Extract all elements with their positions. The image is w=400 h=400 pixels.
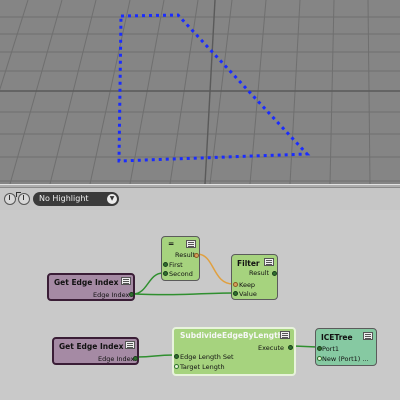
port-keep-label: Keep bbox=[239, 281, 256, 289]
wire-edge-index-to-second bbox=[132, 272, 164, 295]
refresh-icon[interactable] bbox=[16, 192, 30, 205]
node-menu-icon[interactable] bbox=[121, 277, 131, 285]
compare-node-title: = bbox=[168, 239, 175, 248]
wire-execute-to-port1 bbox=[293, 345, 318, 348]
port-first-dot[interactable] bbox=[163, 262, 168, 267]
filter-node[interactable]: Filter Result Keep Value bbox=[231, 254, 278, 300]
port-second-label: Second bbox=[169, 270, 193, 278]
port-first-label: First bbox=[169, 261, 183, 269]
port-keep-dot[interactable] bbox=[233, 282, 238, 287]
node-menu-icon[interactable] bbox=[125, 341, 135, 349]
get-edge-index-node-title: Get Edge Index bbox=[54, 278, 119, 287]
wire-edge-index-to-edge-length-set bbox=[136, 354, 175, 358]
port-target-length-label: Target Length bbox=[180, 363, 225, 371]
port-new-label: New (Port1) ... bbox=[322, 355, 369, 363]
port-execute-label: Execute bbox=[258, 344, 284, 352]
subdivide-node-title: SubdivideEdgeByLength bbox=[180, 331, 284, 340]
port-second-dot[interactable] bbox=[163, 271, 168, 276]
compare-node[interactable]: = Result First Second bbox=[161, 236, 200, 281]
port-result-dot[interactable] bbox=[194, 253, 199, 258]
get-edge-index-node[interactable]: Get Edge Index Edge Index bbox=[47, 273, 135, 301]
node-menu-icon[interactable] bbox=[186, 240, 196, 248]
chevron-down-icon: ▼ bbox=[107, 194, 117, 204]
viewport-grid bbox=[0, 0, 400, 184]
port-result-label: Result bbox=[175, 251, 196, 259]
highlight-select[interactable]: No Highlight ▼ bbox=[33, 192, 119, 206]
port-target-length-dot[interactable] bbox=[174, 364, 179, 369]
3d-viewport[interactable] bbox=[0, 0, 400, 184]
node-menu-icon[interactable] bbox=[280, 331, 290, 339]
port-result-dot[interactable] bbox=[272, 271, 277, 276]
subdivide-edge-by-length-node[interactable]: SubdivideEdgeByLength Execute Edge Lengt… bbox=[172, 327, 296, 376]
node-menu-icon[interactable] bbox=[363, 332, 373, 340]
port-value-dot[interactable] bbox=[233, 291, 238, 296]
port-edge-index-dot[interactable] bbox=[133, 356, 138, 361]
port-port1-label: Port1 bbox=[322, 345, 340, 353]
ice-graph-canvas[interactable]: = Result First Second Filter Result Keep… bbox=[0, 210, 400, 400]
icetree-node[interactable]: ICETree Port1 New (Port1) ... bbox=[315, 328, 377, 366]
highlight-select-value: No Highlight bbox=[39, 194, 89, 203]
wire-edge-index-to-value bbox=[132, 292, 234, 296]
get-edge-index-node-2[interactable]: Get Edge Index Edge Index bbox=[52, 337, 139, 365]
port-edge-length-set-label: Edge Length Set bbox=[180, 353, 234, 361]
node-menu-icon[interactable] bbox=[264, 258, 274, 266]
get-edge-index-node-title: Get Edge Index bbox=[59, 342, 124, 351]
filter-node-title: Filter bbox=[237, 259, 260, 268]
port-edge-length-set-dot[interactable] bbox=[174, 354, 179, 359]
wire-result-to-keep bbox=[196, 253, 234, 285]
icetree-node-title: ICETree bbox=[321, 333, 353, 342]
reset-view-icon[interactable] bbox=[4, 193, 16, 205]
port-edge-index-label: Edge Index bbox=[98, 355, 135, 363]
port-edge-index-dot[interactable] bbox=[129, 292, 134, 297]
port-result-label: Result bbox=[249, 269, 270, 277]
port-value-label: Value bbox=[239, 290, 257, 298]
port-edge-index-label: Edge Index bbox=[93, 291, 130, 299]
port-execute-dot[interactable] bbox=[288, 345, 293, 350]
